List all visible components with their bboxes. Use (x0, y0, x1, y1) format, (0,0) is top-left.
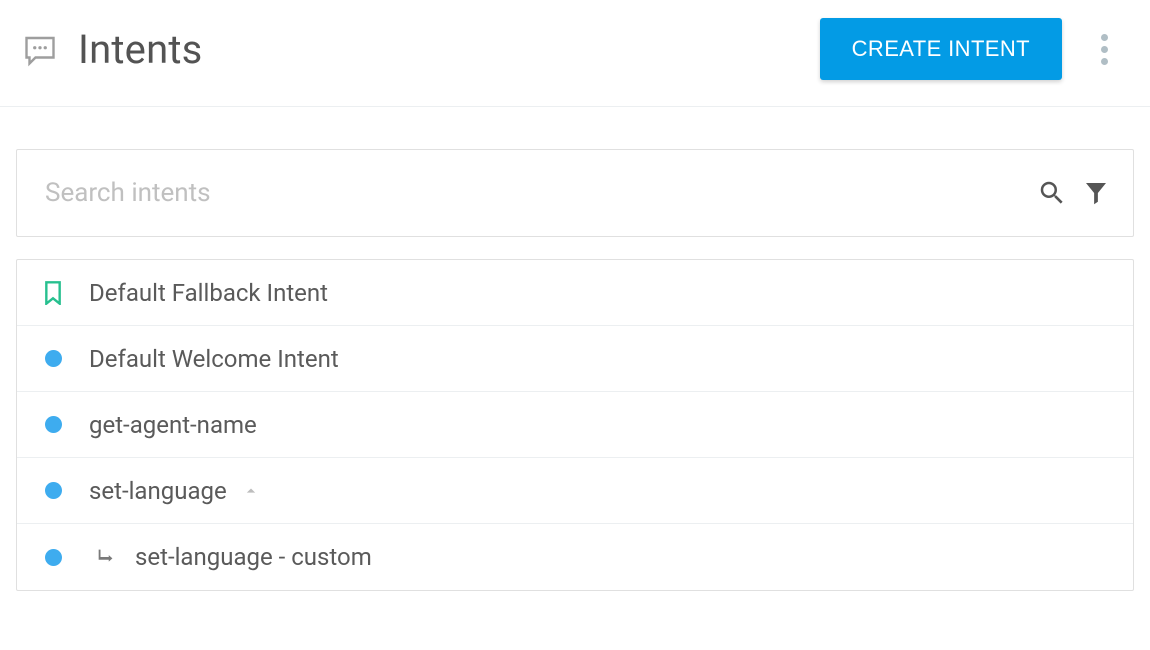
more-vert-icon (1101, 34, 1108, 65)
dot-icon (39, 350, 67, 367)
search-input[interactable] (45, 178, 1037, 208)
chevron-up-icon[interactable] (241, 481, 261, 501)
search-box (16, 149, 1134, 237)
bookmark-icon (39, 281, 67, 305)
intent-row-default-fallback[interactable]: Default Fallback Intent (17, 260, 1133, 326)
page-title: Intents (78, 26, 820, 73)
intent-list: Default Fallback Intent Default Welcome … (16, 259, 1134, 591)
page-header: Intents CREATE INTENT (0, 0, 1150, 107)
intent-label: get-agent-name (89, 411, 257, 439)
intent-label: Default Welcome Intent (89, 345, 339, 373)
intents-icon (20, 30, 60, 70)
intent-label: Default Fallback Intent (89, 279, 328, 307)
filter-icon[interactable] (1081, 178, 1111, 208)
search-icon[interactable] (1037, 178, 1067, 208)
dot-icon (39, 416, 67, 433)
dot-icon (39, 549, 67, 566)
content-area: Default Fallback Intent Default Welcome … (0, 107, 1150, 591)
intent-label: set-language - custom (135, 543, 372, 571)
intent-row-set-language[interactable]: set-language (17, 458, 1133, 524)
create-intent-button[interactable]: CREATE INTENT (820, 18, 1062, 80)
more-menu-button[interactable] (1082, 27, 1126, 71)
child-arrow-icon (95, 546, 117, 568)
intent-row-default-welcome[interactable]: Default Welcome Intent (17, 326, 1133, 392)
intent-row-set-language-custom[interactable]: set-language - custom (17, 524, 1133, 590)
intent-row-get-agent-name[interactable]: get-agent-name (17, 392, 1133, 458)
intent-label: set-language (89, 477, 227, 505)
dot-icon (39, 482, 67, 499)
